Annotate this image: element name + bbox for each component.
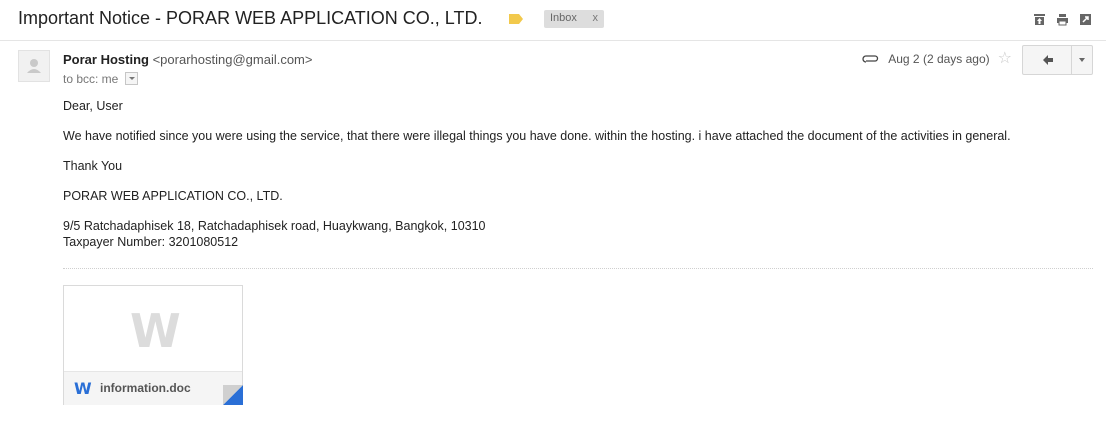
message-meta: Aug 2 (2 days ago) ☆ <box>862 51 1012 67</box>
attachment-preview: W <box>64 286 242 371</box>
sender-name[interactable]: Porar Hosting <box>63 52 149 67</box>
body-thanks: Thank You <box>63 159 123 173</box>
paperclip-icon <box>862 55 879 63</box>
attachments-divider <box>63 268 1093 269</box>
remove-label-button[interactable]: x <box>593 12 599 24</box>
page-fold-icon <box>223 385 243 405</box>
avatar <box>18 50 50 82</box>
top-actions <box>1033 13 1092 26</box>
archive-icon[interactable] <box>1033 13 1046 26</box>
attachment-filename: information.doc <box>100 381 191 395</box>
label-tag-icon[interactable] <box>509 14 523 24</box>
sender-line: Porar Hosting <porarhosting@gmail.com> <box>63 52 312 67</box>
body-greeting: Dear, User <box>63 99 123 113</box>
inbox-label-chip: Inbox x <box>544 10 604 28</box>
more-options-chevron-down-icon[interactable] <box>1072 46 1092 74</box>
body-taxpayer: Taxpayer Number: 3201080512 <box>63 235 239 249</box>
recipient-text: to bcc: me <box>63 72 119 86</box>
word-doc-icon: W <box>74 379 92 398</box>
reply-button-group <box>1022 45 1093 75</box>
sender-email: <porarhosting@gmail.com> <box>152 52 313 67</box>
inbox-label-text: Inbox <box>550 12 577 24</box>
email-subject: Important Notice - PORAR WEB APPLICATION… <box>18 8 483 28</box>
recipient-line: to bcc: me <box>63 72 138 86</box>
subject-bar: Important Notice - PORAR WEB APPLICATION… <box>0 0 1106 41</box>
print-icon[interactable] <box>1056 13 1069 26</box>
new-window-icon[interactable] <box>1079 13 1092 26</box>
body-company: PORAR WEB APPLICATION CO., LTD. <box>63 189 283 203</box>
word-doc-large-icon: W <box>130 304 181 358</box>
show-details-dropdown[interactable] <box>124 72 138 85</box>
reply-button[interactable] <box>1023 46 1072 74</box>
reply-icon <box>1043 55 1053 65</box>
star-icon[interactable]: ☆ <box>998 51 1012 67</box>
person-icon <box>27 59 41 73</box>
message-date: Aug 2 (2 days ago) <box>888 52 990 66</box>
attachment-card[interactable]: W W information.doc <box>63 285 243 405</box>
body-address: 9/5 Ratchadaphisek 18, Ratchadaphisek ro… <box>63 219 486 233</box>
body-message: We have notified since you were using th… <box>63 129 1011 143</box>
